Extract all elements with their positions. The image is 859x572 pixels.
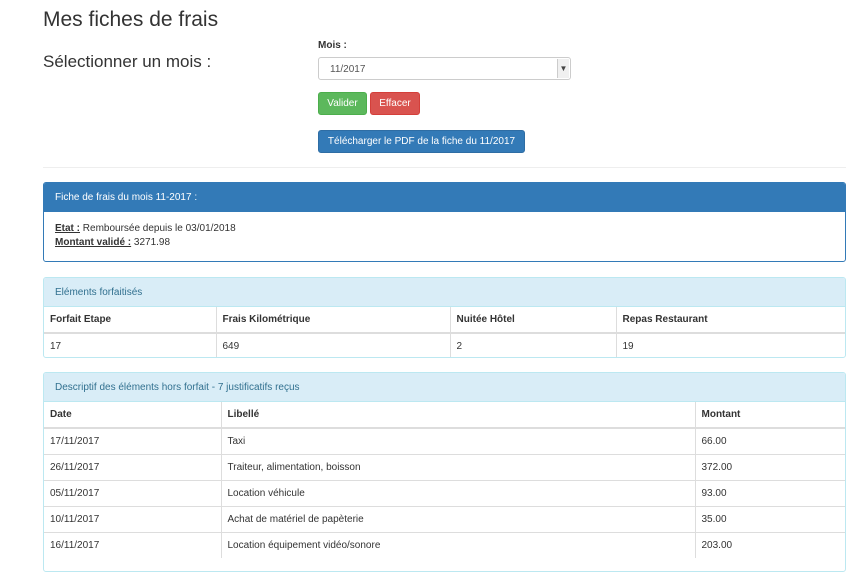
- table-cell: 203.00: [694, 531, 845, 558]
- table-row: 05/11/2017 Location véhicule 93.00: [44, 479, 845, 506]
- table-cell: 35.00: [694, 505, 845, 532]
- mois-select-value: 11/2017: [330, 64, 366, 75]
- table-cell: 05/11/2017: [44, 479, 221, 506]
- page-title: Mes fiches de frais: [43, 8, 219, 31]
- column-header: Montant: [694, 402, 845, 429]
- fiche-panel: Fiche de frais du mois 11-2017 : Etat : …: [43, 182, 846, 262]
- column-header: Libellé: [220, 402, 695, 429]
- hors-forfait-panel: Descriptif des éléments hors forfait - 7…: [43, 372, 846, 572]
- forfait-table: Forfait Etape Frais Kilométrique Nuitée …: [44, 307, 845, 357]
- forfait-panel-heading: Eléments forfaitisés: [44, 278, 845, 307]
- column-header: Frais Kilométrique: [215, 307, 450, 334]
- table-cell: 17/11/2017: [44, 427, 221, 454]
- table-cell: Traiteur, alimentation, boisson: [220, 453, 695, 480]
- table-row: 10/11/2017 Achat de matériel de papèteri…: [44, 505, 845, 532]
- hors-forfait-table: Date Libellé Montant 17/11/2017 Taxi 66.…: [44, 402, 845, 558]
- effacer-button[interactable]: Effacer: [370, 92, 420, 115]
- table-cell: Achat de matériel de papèterie: [220, 505, 695, 532]
- valider-button[interactable]: Valider: [318, 92, 367, 115]
- forfait-panel: Eléments forfaitisés Forfait Etape Frais…: [43, 277, 846, 358]
- divider: [43, 167, 846, 168]
- table-header-row: Forfait Etape Frais Kilométrique Nuitée …: [44, 307, 845, 334]
- table-cell: 649: [215, 332, 450, 357]
- table-cell: 26/11/2017: [44, 453, 221, 480]
- table-cell: Taxi: [220, 427, 695, 454]
- table-row: 16/11/2017 Location équipement vidéo/son…: [44, 531, 845, 558]
- montant-label: Montant validé :: [55, 237, 132, 248]
- column-header: Nuitée Hôtel: [449, 307, 616, 334]
- table-cell: 66.00: [694, 427, 845, 454]
- table-row: 26/11/2017 Traiteur, alimentation, boiss…: [44, 453, 845, 480]
- table-cell: Location véhicule: [220, 479, 695, 506]
- column-header: Date: [44, 402, 221, 429]
- fiche-panel-body: Etat : Remboursée depuis le 03/01/2018 M…: [44, 212, 845, 260]
- mois-select[interactable]: 11/2017 ▼: [318, 57, 571, 80]
- etat-label: Etat :: [55, 223, 80, 234]
- table-cell: 16/11/2017: [44, 531, 221, 558]
- montant-line: Montant validé : 3271.98: [55, 236, 834, 250]
- column-header: Repas Restaurant: [615, 307, 845, 334]
- fiche-panel-heading: Fiche de frais du mois 11-2017 :: [44, 183, 845, 212]
- mois-field-label: Mois :: [318, 40, 347, 51]
- table-cell: 93.00: [694, 479, 845, 506]
- table-cell: 372.00: [694, 453, 845, 480]
- column-header: Forfait Etape: [44, 307, 216, 334]
- etat-line: Etat : Remboursée depuis le 03/01/2018: [55, 222, 834, 236]
- table-cell: 17: [44, 332, 216, 357]
- hors-forfait-panel-heading: Descriptif des éléments hors forfait - 7…: [44, 373, 845, 402]
- table-header-row: Date Libellé Montant: [44, 402, 845, 429]
- table-cell: Location équipement vidéo/sonore: [220, 531, 695, 558]
- montant-value: 3271.98: [133, 237, 171, 248]
- download-pdf-button[interactable]: Télécharger le PDF de la fiche du 11/201…: [318, 130, 525, 153]
- select-month-label: Sélectionner un mois :: [43, 52, 212, 71]
- table-row: 17 649 2 19: [44, 332, 845, 357]
- table-cell: 10/11/2017: [44, 505, 221, 532]
- table-cell: 19: [615, 332, 845, 357]
- chevron-down-icon[interactable]: ▼: [557, 59, 569, 78]
- table-cell: 2: [449, 332, 616, 357]
- etat-value: Remboursée depuis le 03/01/2018: [82, 223, 236, 234]
- table-row: 17/11/2017 Taxi 66.00: [44, 427, 845, 454]
